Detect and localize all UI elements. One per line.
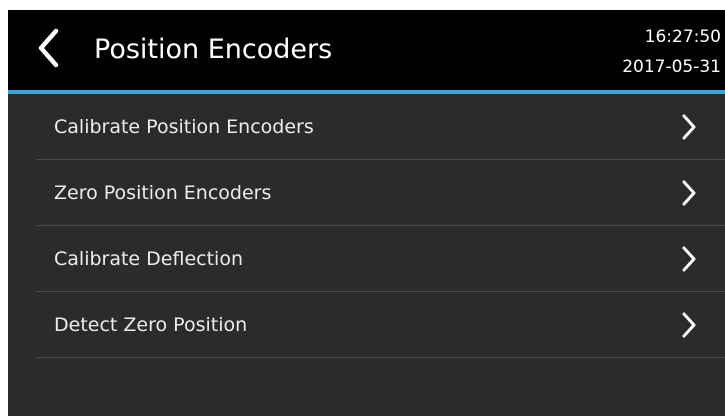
menu-item-zero-position-encoders[interactable]: Zero Position Encoders bbox=[36, 160, 725, 226]
menu-item-label: Calibrate Position Encoders bbox=[54, 116, 314, 138]
date-display: 2017-05-31 bbox=[622, 57, 721, 77]
time-display: 16:27:50 bbox=[644, 27, 721, 47]
menu-item-label: Calibrate Deflection bbox=[54, 248, 243, 270]
device-screen: Position Encoders 16:27:50 2017-05-31 Ca… bbox=[8, 10, 725, 416]
chevron-right-icon bbox=[681, 114, 697, 140]
chevron-right-icon bbox=[681, 246, 697, 272]
page-title: Position Encoders bbox=[94, 34, 333, 65]
chevron-right-icon bbox=[681, 180, 697, 206]
menu-item-detect-zero-position[interactable]: Detect Zero Position bbox=[36, 292, 725, 358]
menu-item-calibrate-position-encoders[interactable]: Calibrate Position Encoders bbox=[36, 94, 725, 160]
chevron-left-icon bbox=[38, 28, 59, 68]
back-button[interactable] bbox=[26, 24, 70, 72]
menu-item-calibrate-deflection[interactable]: Calibrate Deflection bbox=[36, 226, 725, 292]
menu-item-label: Zero Position Encoders bbox=[54, 182, 272, 204]
header-bar: Position Encoders 16:27:50 2017-05-31 bbox=[8, 10, 725, 90]
datetime-display: 16:27:50 2017-05-31 bbox=[622, 22, 721, 82]
chevron-right-icon bbox=[681, 312, 697, 338]
menu-list: Calibrate Position Encoders Zero Positio… bbox=[36, 94, 725, 358]
menu-item-label: Detect Zero Position bbox=[54, 314, 248, 336]
